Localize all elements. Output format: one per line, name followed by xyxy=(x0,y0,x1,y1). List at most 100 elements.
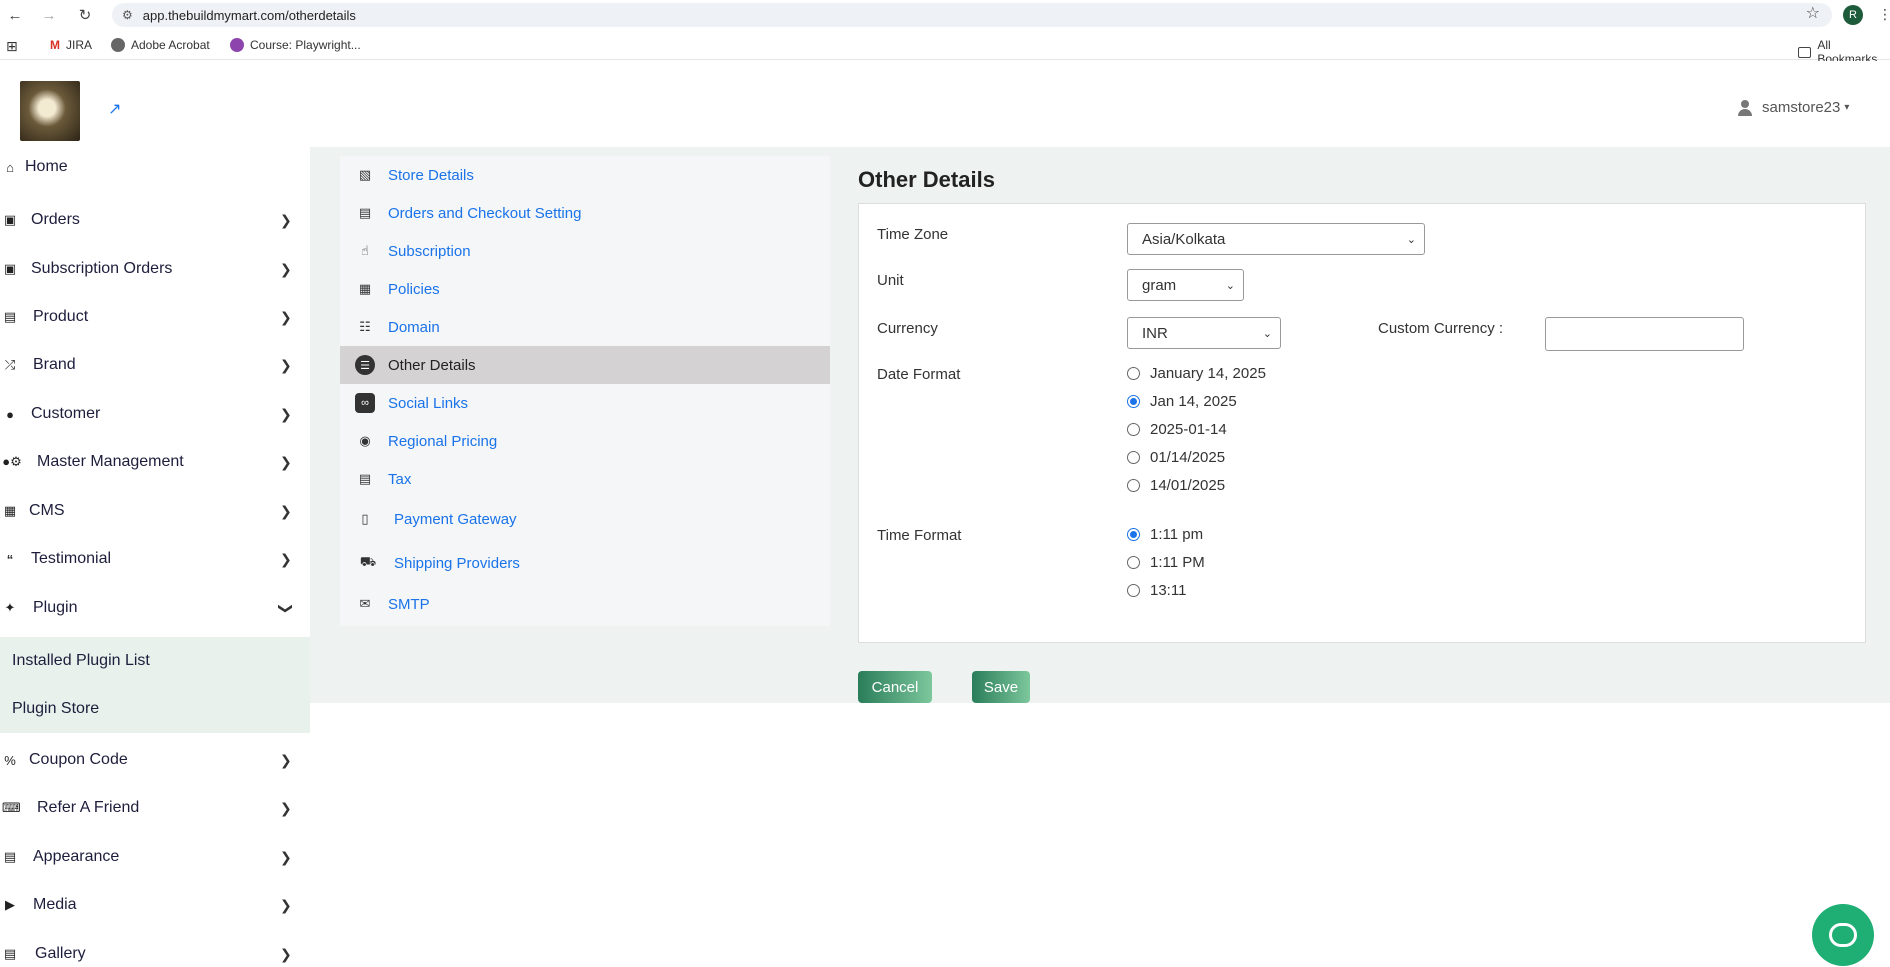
chevron-down-icon: ❯ xyxy=(278,602,295,614)
chevron-right-icon: ❯ xyxy=(280,751,292,768)
chevron-right-icon: ❯ xyxy=(280,453,292,470)
chevron-down-icon: ⌄ xyxy=(1406,234,1416,246)
radio-button[interactable] xyxy=(1127,556,1140,569)
sidebar-item-media[interactable]: ▶ Media ❯ xyxy=(0,885,310,925)
back-icon[interactable]: ← xyxy=(0,0,30,30)
unit-label: Unit xyxy=(877,272,904,289)
time-format-option[interactable]: 1:11 PM xyxy=(1127,554,1205,571)
chevron-right-icon: ❯ xyxy=(280,799,292,816)
profile-avatar[interactable]: R xyxy=(1843,5,1863,25)
time-format-option[interactable]: 1:11 pm xyxy=(1127,526,1203,543)
settings-item-social-links[interactable]: ∞ Social Links xyxy=(340,384,830,422)
sidebar-item-brand[interactable]: ⤮ Brand ❯ xyxy=(0,345,310,385)
settings-item-tax[interactable]: ▤ Tax xyxy=(340,460,830,498)
settings-item-shipping-providers[interactable]: ⛟ Shipping Providers xyxy=(340,544,830,582)
radio-button[interactable] xyxy=(1127,367,1140,380)
browser-toolbar: ← → ↻ ⚙ app.thebuildmymart.com/otherdeta… xyxy=(0,0,1890,30)
document-icon: ▤ xyxy=(358,205,372,220)
radio-button-selected[interactable] xyxy=(1127,395,1140,408)
custom-currency-input[interactable] xyxy=(1545,317,1744,351)
radio-button[interactable] xyxy=(1127,423,1140,436)
apps-grid-icon[interactable]: ⊞ xyxy=(6,38,18,55)
settings-item-domain[interactable]: ☷ Domain xyxy=(340,308,830,346)
chevron-right-icon: ❯ xyxy=(280,308,292,325)
sidebar-item-plugin[interactable]: ✦ Plugin ❯ xyxy=(0,588,310,628)
settings-item-smtp[interactable]: ✉ SMTP xyxy=(340,585,830,623)
user-gear-icon: ●⚙ xyxy=(2,454,22,469)
url-text: app.thebuildmymart.com/otherdetails xyxy=(142,7,356,23)
tax-icon: ▤ xyxy=(358,471,372,486)
bookmarks-bar: ⊞ M JIRA Adobe Acrobat Course: Playwrigh… xyxy=(0,30,1890,66)
bookmark-course-playwright[interactable]: Course: Playwright... xyxy=(230,38,361,52)
cancel-button[interactable]: Cancel xyxy=(858,671,932,703)
settings-item-regional-pricing[interactable]: ◉ Regional Pricing xyxy=(340,422,830,460)
radio-button[interactable] xyxy=(1127,584,1140,597)
sidebar: ⌂ Home ▣ Orders ❯ ▣ Subscription Orders … xyxy=(0,147,310,967)
radio-button[interactable] xyxy=(1127,479,1140,492)
bag-icon: ▣ xyxy=(3,261,17,276)
bookmark-jira[interactable]: M JIRA xyxy=(50,38,92,52)
other-details-form: Time Zone Asia/Kolkata ⌄ Unit gram ⌄ Cur… xyxy=(858,203,1866,643)
sidebar-sub-installed-plugin-list[interactable]: Installed Plugin List xyxy=(0,637,310,685)
sidebar-item-orders[interactable]: ▣ Orders ❯ xyxy=(0,200,310,240)
store-logo[interactable] xyxy=(20,81,80,141)
sidebar-item-cms[interactable]: ▦ CMS ❯ xyxy=(0,491,310,531)
sidebar-item-home[interactable]: ⌂ Home xyxy=(0,147,310,187)
date-format-option[interactable]: January 14, 2025 xyxy=(1127,365,1266,382)
quote-icon: “ xyxy=(6,551,14,567)
domain-icon: ☷ xyxy=(359,319,371,334)
sidebar-item-testimonial[interactable]: “ Testimonial ❯ xyxy=(0,539,310,579)
time-format-label: Time Format xyxy=(877,527,962,544)
globe-icon: ◉ xyxy=(359,433,371,448)
chevron-down-icon: ⌄ xyxy=(1225,280,1235,292)
radio-button[interactable] xyxy=(1127,451,1140,464)
settings-item-other-details[interactable]: ☰ Other Details xyxy=(340,346,830,384)
sidebar-item-coupon-code[interactable]: % Coupon Code ❯ xyxy=(0,740,310,780)
sidebar-item-gallery[interactable]: ▤ Gallery ❯ xyxy=(0,934,310,967)
file-icon: ▦ xyxy=(3,503,17,518)
time-zone-select[interactable]: Asia/Kolkata ⌄ xyxy=(1127,223,1425,255)
settings-item-store-details[interactable]: ▧ Store Details xyxy=(340,156,830,194)
subscription-icon: ☝ xyxy=(361,243,369,258)
sidebar-item-refer-a-friend[interactable]: ⌨ Refer A Friend ❯ xyxy=(0,788,310,828)
reload-icon[interactable]: ↻ xyxy=(70,0,100,30)
time-format-option[interactable]: 13:11 xyxy=(1127,582,1186,599)
settings-item-orders-checkout[interactable]: ▤ Orders and Checkout Setting xyxy=(340,194,830,232)
date-format-option[interactable]: 2025-01-14 xyxy=(1127,421,1227,438)
radio-button-selected[interactable] xyxy=(1127,528,1140,541)
folder-icon xyxy=(1798,46,1812,58)
date-format-option[interactable]: 01/14/2025 xyxy=(1127,449,1225,466)
sidebar-item-master-management[interactable]: ●⚙ Master Management ❯ xyxy=(0,442,310,482)
date-format-option[interactable]: 14/01/2025 xyxy=(1127,477,1225,494)
settings-item-payment-gateway[interactable]: ▯ Payment Gateway xyxy=(340,500,830,538)
caret-down-icon: ▾ xyxy=(1844,102,1850,113)
settings-item-subscription[interactable]: ☝ Subscription xyxy=(340,232,830,270)
chevron-right-icon: ❯ xyxy=(280,260,292,277)
chevron-right-icon: ❯ xyxy=(280,211,292,228)
bookmark-adobe-acrobat[interactable]: Adobe Acrobat xyxy=(111,38,210,52)
bookmark-star-icon[interactable]: ☆ xyxy=(1806,3,1820,23)
currency-select[interactable]: INR ⌄ xyxy=(1127,317,1281,349)
username: samstore23 xyxy=(1762,99,1841,116)
save-button[interactable]: Save xyxy=(972,671,1030,703)
site-settings-icon[interactable]: ⚙ xyxy=(122,8,133,22)
chat-button[interactable] xyxy=(1812,904,1874,966)
sidebar-item-product[interactable]: ▤ Product ❯ xyxy=(0,297,310,337)
link-icon: ∞ xyxy=(355,393,375,413)
address-bar[interactable]: ⚙ app.thebuildmymart.com/otherdetails xyxy=(112,3,1832,27)
user-menu[interactable]: samstore23 ▾ xyxy=(1738,99,1849,116)
browser-menu-icon[interactable]: ⋮ xyxy=(1878,6,1890,23)
settings-menu: ▧ Store Details ▤ Orders and Checkout Se… xyxy=(340,156,830,626)
forward-icon[interactable]: → xyxy=(34,0,64,30)
sidebar-item-customer[interactable]: ● Customer ❯ xyxy=(0,394,310,434)
sidebar-sub-plugin-store[interactable]: Plugin Store xyxy=(0,685,310,733)
sidebar-item-subscription-orders[interactable]: ▣ Subscription Orders ❯ xyxy=(0,249,310,289)
user-icon xyxy=(1738,99,1752,116)
date-format-option[interactable]: Jan 14, 2025 xyxy=(1127,393,1237,410)
unit-select[interactable]: gram ⌄ xyxy=(1127,269,1244,301)
mail-icon: ✉ xyxy=(359,596,371,611)
external-link-icon[interactable]: ↗ xyxy=(108,99,121,119)
sidebar-item-appearance[interactable]: ▤ Appearance ❯ xyxy=(0,837,310,877)
settings-item-policies[interactable]: ▦ Policies xyxy=(340,270,830,308)
custom-currency-label: Custom Currency : xyxy=(1378,320,1504,337)
